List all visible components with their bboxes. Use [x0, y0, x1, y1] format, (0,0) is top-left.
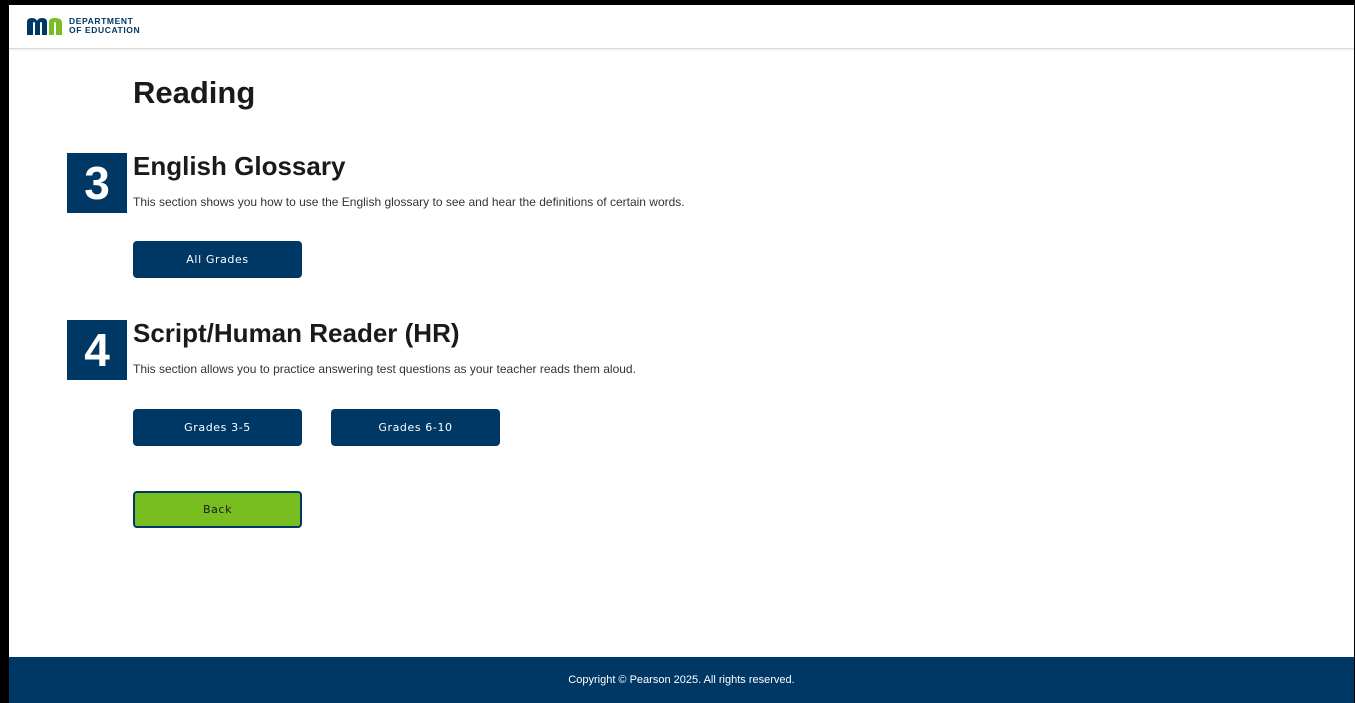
site-footer: Copyright © Pearson 2025. All rights res…: [9, 657, 1354, 703]
mn-department-of-education-logo[interactable]: DEPARTMENT OF EDUCATION: [27, 17, 140, 35]
section-number-3: 3: [67, 153, 127, 213]
site-header: DEPARTMENT OF EDUCATION: [9, 5, 1354, 49]
section-description-english-glossary: This section shows you how to use the En…: [133, 195, 685, 209]
page-frame: DEPARTMENT OF EDUCATION Reading 3 Englis…: [9, 5, 1354, 703]
back-button[interactable]: Back: [133, 491, 302, 528]
section-title-script-human-reader: Script/Human Reader (HR): [133, 318, 460, 348]
grades-3-5-button[interactable]: Grades 3-5: [133, 409, 302, 446]
page-title: Reading: [133, 75, 256, 110]
all-grades-button[interactable]: All Grades: [133, 241, 302, 278]
copyright-text: Copyright © Pearson 2025. All rights res…: [568, 674, 795, 686]
mn-logo-icon: [27, 17, 65, 35]
grades-6-10-button[interactable]: Grades 6-10: [331, 409, 500, 446]
section-number-4: 4: [67, 320, 127, 380]
logo-line-2: OF EDUCATION: [69, 25, 141, 35]
logo-text: DEPARTMENT OF EDUCATION: [69, 17, 140, 35]
section-description-script-human-reader: This section allows you to practice answ…: [133, 362, 636, 376]
section-title-english-glossary: English Glossary: [133, 151, 346, 181]
